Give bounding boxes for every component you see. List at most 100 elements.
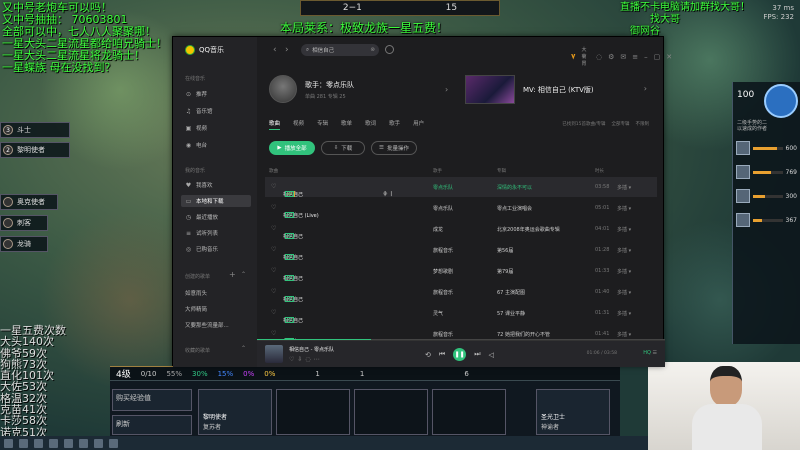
playlist-icon[interactable]: ☰ — [653, 350, 657, 356]
song-artist[interactable]: 梦想歌剧 — [433, 268, 453, 275]
buy-xp-button[interactable]: 购买经验值 — [112, 389, 192, 411]
tab-videos[interactable]: 视频 — [293, 119, 304, 130]
mail-icon[interactable]: ✉ — [620, 53, 626, 61]
heart-icon[interactable]: ♡ — [271, 246, 276, 253]
shop-card[interactable]: 黎明使者 复苏者 — [198, 389, 272, 435]
song-album[interactable]: 北京2008年奥运会歌曲专辑 — [497, 226, 560, 233]
taskbar-app-icon[interactable] — [79, 438, 88, 448]
settings-icon[interactable]: ⚙ — [608, 53, 614, 61]
heart-icon[interactable]: ♡ — [271, 330, 276, 337]
song-album[interactable]: 67 主演配图 — [497, 289, 525, 296]
song-artist[interactable]: 零点乐队 — [433, 205, 453, 212]
tab-playlists[interactable]: 歌单 — [341, 119, 352, 130]
sidebar-item-music-hall[interactable]: ♫ 音乐馆 — [181, 105, 251, 117]
song-artist[interactable]: 灵气 — [433, 310, 443, 317]
shop-card[interactable]: 圣光卫士 神谕者 — [536, 389, 610, 435]
volume-icon[interactable]: ◁ — [489, 351, 494, 359]
tab-songs[interactable]: 歌曲 — [269, 119, 281, 130]
taskbar-app-icon[interactable] — [19, 438, 28, 448]
trait-row[interactable]: 龙骑 — [0, 236, 48, 252]
song-more-button[interactable]: 多插 ▾ — [617, 247, 631, 254]
trait-row[interactable]: 2 黎明使者 — [0, 142, 70, 158]
mv-card[interactable]: MV: 相信自己 (KTV版) › — [465, 75, 655, 105]
more-icon[interactable]: ⋯ — [383, 191, 390, 197]
song-artist[interactable]: 旅程音乐 — [433, 247, 453, 254]
chevron-right-icon[interactable]: › — [445, 85, 448, 94]
play-all-button[interactable]: ▶ 播放全部 — [269, 141, 315, 155]
player-row[interactable]: 300 — [736, 186, 797, 206]
sidebar-playlist[interactable]: 大师精简 — [181, 303, 251, 315]
trait-row[interactable]: 奥克使者 — [0, 194, 58, 210]
next-icon[interactable]: ⏭ — [474, 350, 480, 359]
sidebar-item-recommend[interactable]: ⊙ 推荐 — [181, 88, 251, 100]
collapse-icon[interactable]: ⌃ — [241, 345, 246, 352]
trait-row[interactable]: 3 斗士 — [0, 122, 70, 138]
song-artist[interactable]: 成龙 — [433, 226, 443, 233]
forward-icon[interactable]: › — [285, 45, 289, 55]
tab-albums[interactable]: 专辑 — [317, 119, 328, 130]
chevron-right-icon[interactable]: › — [644, 84, 647, 93]
more-icon[interactable]: ⋯ — [314, 356, 323, 363]
song-row[interactable]: ♡ 相信自己 (Live) MV 零点乐队 零点工业演唱会 05:01 多插 ▾ — [265, 198, 657, 219]
player-row[interactable]: 769 — [736, 162, 797, 182]
voice-search-icon[interactable] — [385, 45, 394, 54]
filter-album[interactable]: 全部专辑 — [612, 121, 630, 127]
player-row[interactable]: 367 — [736, 210, 797, 230]
song-album[interactable]: 零点工业演唱会 — [497, 205, 532, 212]
close-icon[interactable]: ✕ — [666, 53, 672, 61]
minimize-icon[interactable]: – — [644, 53, 648, 61]
player-row[interactable]: 600 — [736, 138, 797, 158]
taskbar-app-icon[interactable] — [109, 438, 118, 448]
maximize-icon[interactable]: ▢ — [654, 53, 661, 61]
add-playlist-icon[interactable]: + — [229, 270, 236, 279]
song-row[interactable]: ♡ 相信自己 MV 成龙 北京2008年奥运会歌曲专辑 04:01 多插 ▾ — [265, 219, 657, 240]
song-artist[interactable]: 旅程音乐 — [433, 289, 453, 296]
menu-icon[interactable]: ≡ — [632, 53, 638, 61]
collapse-icon[interactable]: ⌃ — [241, 271, 246, 278]
batch-button[interactable]: ☰ 批量操作 — [371, 141, 417, 155]
now-playing-cover[interactable] — [265, 345, 283, 363]
song-row[interactable]: ♡ 相信自己 MV 梦想歌剧 第79届 01:33 多插 ▾ — [265, 261, 657, 282]
loop-icon[interactable]: ⟲ — [425, 351, 431, 359]
song-more-button[interactable]: 多插 ▾ — [617, 184, 631, 191]
taskbar-app-icon[interactable] — [49, 438, 58, 448]
sidebar-playlist[interactable]: 如意雨头 — [181, 287, 251, 299]
song-artist[interactable]: 零点乐队 — [433, 184, 453, 191]
song-album[interactable]: 第56届 — [497, 247, 513, 254]
sidebar-item-recent[interactable]: ◷ 最近播放 — [181, 211, 251, 223]
taskbar-app-icon[interactable] — [64, 438, 73, 448]
previous-icon[interactable]: ⏮ — [439, 350, 445, 359]
song-album[interactable]: 72 她把我们的开心不管 — [497, 331, 550, 338]
sidebar-playlist[interactable]: 又要那些流量部... — [181, 319, 251, 331]
sidebar-item-try-list[interactable]: ≡ 试听列表 — [181, 227, 251, 239]
username[interactable]: 大菊胃 — [582, 46, 590, 67]
heart-icon[interactable]: ♡ — [271, 204, 276, 211]
tab-users[interactable]: 用户 — [413, 119, 424, 130]
clear-search-icon[interactable]: ⊗ — [370, 47, 375, 53]
song-row[interactable]: ♡ 相信自己 VIP MV ❙❙ ⊕ ⇩ ⋯ 零点乐队 深情的永不可以 03:58 多插 ▾ — [265, 177, 657, 198]
heart-icon[interactable]: ♡ — [271, 267, 276, 274]
song-row[interactable]: ♡ 相信自己 MV 灵气 57 课业平静 01:31 多插 ▾ — [265, 303, 657, 324]
refresh-button[interactable]: 刷新 — [112, 415, 192, 435]
heart-icon[interactable]: ♡ — [271, 288, 276, 295]
song-more-button[interactable]: 多插 ▾ — [617, 289, 631, 296]
heart-icon[interactable]: ♡ — [271, 183, 276, 190]
tab-singers[interactable]: 歌手 — [389, 119, 400, 130]
taskbar-app-icon[interactable] — [34, 438, 43, 448]
trait-row[interactable]: 刺客 — [0, 215, 48, 231]
skin-icon[interactable]: ◌ — [596, 53, 602, 61]
song-more-button[interactable]: 多插 ▾ — [617, 331, 631, 338]
tab-lyrics[interactable]: 歌词 — [365, 119, 376, 130]
song-more-button[interactable]: 多插 ▾ — [617, 310, 631, 317]
search-input[interactable]: ⌕ 相信自己 ⊗ — [301, 44, 379, 56]
heart-icon[interactable]: ♡ — [271, 225, 276, 232]
sidebar-item-radio[interactable]: ◉ 电台 — [181, 139, 251, 151]
song-more-button[interactable]: 多插 ▾ — [617, 205, 631, 212]
sidebar-item-local-download[interactable]: ▭ 本地和下载 — [181, 195, 251, 207]
song-more-button[interactable]: 多插 ▾ — [617, 226, 631, 233]
shop-card-empty[interactable] — [354, 389, 428, 435]
singer-card[interactable]: 歌手：零点乐队 单曲 281 专辑 25 — [269, 75, 459, 105]
shop-card-empty[interactable] — [276, 389, 350, 435]
pause-button[interactable]: ❚❚ — [453, 348, 467, 361]
song-album[interactable]: 57 课业平静 — [497, 310, 525, 317]
